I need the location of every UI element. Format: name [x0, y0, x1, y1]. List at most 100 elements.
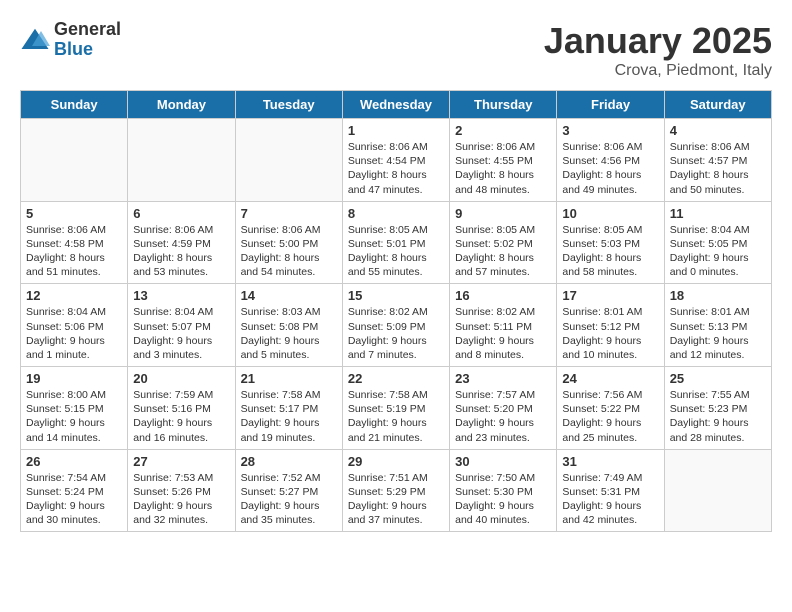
- day-content: Sunrise: 7:51 AM Sunset: 5:29 PM Dayligh…: [348, 471, 444, 528]
- day-content: Sunrise: 8:06 AM Sunset: 4:56 PM Dayligh…: [562, 140, 658, 197]
- day-content: Sunrise: 8:05 AM Sunset: 5:03 PM Dayligh…: [562, 223, 658, 280]
- day-number: 6: [133, 206, 229, 221]
- day-number: 20: [133, 371, 229, 386]
- day-content: Sunrise: 8:04 AM Sunset: 5:07 PM Dayligh…: [133, 305, 229, 362]
- logo-general: General: [54, 20, 121, 40]
- calendar-cell: 25Sunrise: 7:55 AM Sunset: 5:23 PM Dayli…: [664, 367, 771, 450]
- calendar-cell: 11Sunrise: 8:04 AM Sunset: 5:05 PM Dayli…: [664, 201, 771, 284]
- calendar-cell: 18 Sunrise: 8:01 AM Sunset: 5:13 PM Dayli…: [664, 284, 771, 367]
- day-number: 2: [455, 123, 551, 138]
- day-content: Sunrise: 8:02 AM Sunset: 5:09 PM Dayligh…: [348, 305, 444, 362]
- day-number: 8: [348, 206, 444, 221]
- day-content: Sunrise: 7:59 AM Sunset: 5:16 PM Dayligh…: [133, 388, 229, 445]
- week-row-1: 1Sunrise: 8:06 AM Sunset: 4:54 PM Daylig…: [21, 119, 772, 202]
- day-content: Sunrise: 8:01 AM Sunset: 5:12 PM Dayligh…: [562, 305, 658, 362]
- weekday-header-row: SundayMondayTuesdayWednesdayThursdayFrid…: [21, 91, 772, 119]
- day-content: Sunrise: 7:58 AM Sunset: 5:17 PM Dayligh…: [241, 388, 337, 445]
- day-number: 3: [562, 123, 658, 138]
- day-number: 24: [562, 371, 658, 386]
- calendar-table: SundayMondayTuesdayWednesdayThursdayFrid…: [20, 90, 772, 532]
- day-content: Sunrise: 8:06 AM Sunset: 5:00 PM Dayligh…: [241, 223, 337, 280]
- calendar-cell: [21, 119, 128, 202]
- calendar-cell: 19Sunrise: 8:00 AM Sunset: 5:15 PM Dayli…: [21, 367, 128, 450]
- calendar-cell: 31 Sunrise: 7:49 AM Sunset: 5:31 PM Dayli…: [557, 449, 664, 532]
- calendar-cell: 12 Sunrise: 8:04 AM Sunset: 5:06 PM Dayli…: [21, 284, 128, 367]
- calendar-cell: 9 Sunrise: 8:05 AM Sunset: 5:02 PM Daylig…: [450, 201, 557, 284]
- weekday-header-saturday: Saturday: [664, 91, 771, 119]
- calendar-cell: 2 Sunrise: 8:06 AM Sunset: 4:55 PM Daylig…: [450, 119, 557, 202]
- day-content: Sunrise: 7:53 AM Sunset: 5:26 PM Dayligh…: [133, 471, 229, 528]
- day-content: Sunrise: 8:04 AM Sunset: 5:06 PM Dayligh…: [26, 305, 122, 362]
- day-number: 10: [562, 206, 658, 221]
- calendar-cell: 7 Sunrise: 8:06 AM Sunset: 5:00 PM Daylig…: [235, 201, 342, 284]
- logo-blue: Blue: [54, 40, 121, 60]
- calendar-cell: 15 Sunrise: 8:02 AM Sunset: 5:09 PM Dayli…: [342, 284, 449, 367]
- day-number: 23: [455, 371, 551, 386]
- day-number: 30: [455, 454, 551, 469]
- weekday-header-thursday: Thursday: [450, 91, 557, 119]
- calendar-cell: 28Sunrise: 7:52 AM Sunset: 5:27 PM Dayli…: [235, 449, 342, 532]
- day-number: 9: [455, 206, 551, 221]
- weekday-header-tuesday: Tuesday: [235, 91, 342, 119]
- day-number: 15: [348, 288, 444, 303]
- day-content: Sunrise: 8:06 AM Sunset: 4:57 PM Dayligh…: [670, 140, 766, 197]
- calendar-cell: 5 Sunrise: 8:06 AM Sunset: 4:58 PM Daylig…: [21, 201, 128, 284]
- day-content: Sunrise: 8:05 AM Sunset: 5:02 PM Dayligh…: [455, 223, 551, 280]
- day-number: 29: [348, 454, 444, 469]
- calendar-cell: [128, 119, 235, 202]
- day-number: 31: [562, 454, 658, 469]
- logo-icon: [20, 25, 50, 55]
- day-content: Sunrise: 7:50 AM Sunset: 5:30 PM Dayligh…: [455, 471, 551, 528]
- calendar-cell: 8Sunrise: 8:05 AM Sunset: 5:01 PM Daylig…: [342, 201, 449, 284]
- logo-text: General Blue: [54, 20, 121, 60]
- calendar-cell: 27 Sunrise: 7:53 AM Sunset: 5:26 PM Dayli…: [128, 449, 235, 532]
- calendar-cell: 10 Sunrise: 8:05 AM Sunset: 5:03 PM Dayli…: [557, 201, 664, 284]
- day-number: 5: [26, 206, 122, 221]
- day-content: Sunrise: 7:57 AM Sunset: 5:20 PM Dayligh…: [455, 388, 551, 445]
- page-header: General Blue January 2025 Crova, Piedmon…: [20, 20, 772, 80]
- calendar-cell: 30 Sunrise: 7:50 AM Sunset: 5:30 PM Dayli…: [450, 449, 557, 532]
- day-content: Sunrise: 7:54 AM Sunset: 5:24 PM Dayligh…: [26, 471, 122, 528]
- calendar-cell: 21 Sunrise: 7:58 AM Sunset: 5:17 PM Dayli…: [235, 367, 342, 450]
- calendar-cell: 16Sunrise: 8:02 AM Sunset: 5:11 PM Dayli…: [450, 284, 557, 367]
- day-number: 26: [26, 454, 122, 469]
- day-content: Sunrise: 8:00 AM Sunset: 5:15 PM Dayligh…: [26, 388, 122, 445]
- location: Crova, Piedmont, Italy: [544, 62, 772, 80]
- day-number: 21: [241, 371, 337, 386]
- month-title: January 2025: [544, 20, 772, 62]
- calendar-cell: [664, 449, 771, 532]
- calendar-cell: 17 Sunrise: 8:01 AM Sunset: 5:12 PM Dayli…: [557, 284, 664, 367]
- calendar-cell: 20 Sunrise: 7:59 AM Sunset: 5:16 PM Dayli…: [128, 367, 235, 450]
- calendar-cell: 24Sunrise: 7:56 AM Sunset: 5:22 PM Dayli…: [557, 367, 664, 450]
- day-content: Sunrise: 8:03 AM Sunset: 5:08 PM Dayligh…: [241, 305, 337, 362]
- day-content: Sunrise: 8:04 AM Sunset: 5:05 PM Dayligh…: [670, 223, 766, 280]
- calendar-cell: 3 Sunrise: 8:06 AM Sunset: 4:56 PM Daylig…: [557, 119, 664, 202]
- day-content: Sunrise: 8:06 AM Sunset: 4:55 PM Dayligh…: [455, 140, 551, 197]
- day-content: Sunrise: 7:58 AM Sunset: 5:19 PM Dayligh…: [348, 388, 444, 445]
- day-content: Sunrise: 8:02 AM Sunset: 5:11 PM Dayligh…: [455, 305, 551, 362]
- day-number: 12: [26, 288, 122, 303]
- day-number: 27: [133, 454, 229, 469]
- title-block: January 2025 Crova, Piedmont, Italy: [544, 20, 772, 80]
- day-number: 22: [348, 371, 444, 386]
- day-number: 25: [670, 371, 766, 386]
- calendar-cell: 29 Sunrise: 7:51 AM Sunset: 5:29 PM Dayli…: [342, 449, 449, 532]
- day-number: 1: [348, 123, 444, 138]
- day-content: Sunrise: 7:49 AM Sunset: 5:31 PM Dayligh…: [562, 471, 658, 528]
- day-number: 7: [241, 206, 337, 221]
- calendar-cell: 26 Sunrise: 7:54 AM Sunset: 5:24 PM Dayli…: [21, 449, 128, 532]
- calendar-cell: 13 Sunrise: 8:04 AM Sunset: 5:07 PM Dayli…: [128, 284, 235, 367]
- calendar-cell: 23 Sunrise: 7:57 AM Sunset: 5:20 PM Dayli…: [450, 367, 557, 450]
- logo: General Blue: [20, 20, 121, 60]
- day-number: 17: [562, 288, 658, 303]
- day-number: 18: [670, 288, 766, 303]
- day-number: 4: [670, 123, 766, 138]
- day-content: Sunrise: 8:06 AM Sunset: 4:58 PM Dayligh…: [26, 223, 122, 280]
- day-number: 14: [241, 288, 337, 303]
- calendar-cell: 14 Sunrise: 8:03 AM Sunset: 5:08 PM Dayli…: [235, 284, 342, 367]
- weekday-header-sunday: Sunday: [21, 91, 128, 119]
- calendar-cell: 4 Sunrise: 8:06 AM Sunset: 4:57 PM Daylig…: [664, 119, 771, 202]
- day-content: Sunrise: 8:01 AM Sunset: 5:13 PM Dayligh…: [670, 305, 766, 362]
- day-number: 13: [133, 288, 229, 303]
- weekday-header-monday: Monday: [128, 91, 235, 119]
